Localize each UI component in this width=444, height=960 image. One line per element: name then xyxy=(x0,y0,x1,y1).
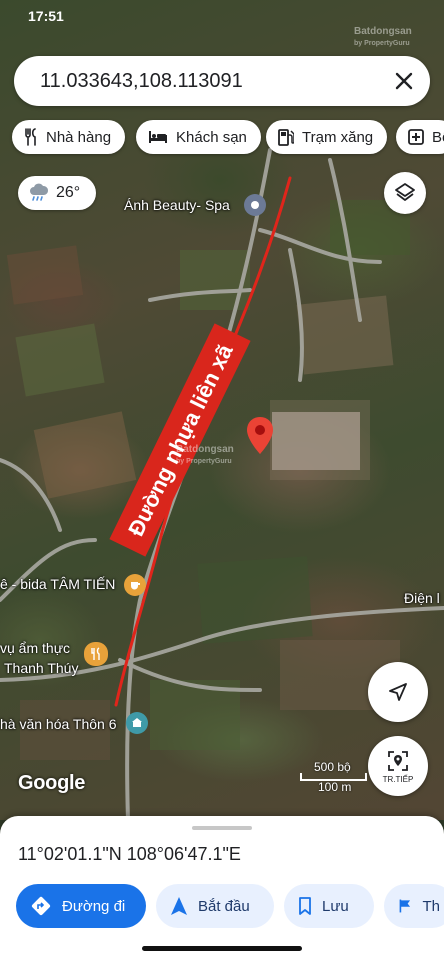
rain-cloud-icon xyxy=(30,183,49,201)
spa-pin-icon[interactable] xyxy=(244,194,266,216)
location-pin-icon[interactable] xyxy=(246,416,274,456)
place-food-line2[interactable]: Thanh Thúy xyxy=(4,660,78,676)
place-power[interactable]: Điện l xyxy=(404,590,440,606)
navigation-arrow-icon xyxy=(389,683,407,701)
next-button[interactable]: TR.TIẾP xyxy=(368,736,428,796)
gas-station-icon xyxy=(278,129,294,146)
search-input[interactable] xyxy=(40,68,380,94)
place-beauty-spa[interactable]: Ánh Beauty- Spa xyxy=(124,197,230,213)
weather-temp: 26° xyxy=(56,184,81,201)
sheet-drag-handle[interactable] xyxy=(192,826,252,830)
chip-gas-stations[interactable]: Trạm xăng xyxy=(266,120,388,154)
landmark-pin-icon[interactable] xyxy=(126,712,148,734)
chip-label: Khách sạn xyxy=(176,128,247,146)
layers-icon xyxy=(395,183,415,201)
weather-chip[interactable]: 26° xyxy=(18,176,96,210)
status-time: 17:51 xyxy=(28,8,64,24)
bed-icon xyxy=(149,131,167,143)
start-button[interactable]: Bắt đầu xyxy=(156,884,274,928)
start-label: Bắt đầu xyxy=(198,897,250,915)
coordinates-text: 11°02'01.1"N 108°06'47.1"E xyxy=(18,844,241,864)
scale-bar xyxy=(300,773,367,781)
save-label: Lưu xyxy=(322,897,349,915)
layers-button[interactable] xyxy=(384,172,426,214)
place-cafe[interactable]: ê - bida TÂM TIẾN xyxy=(0,576,115,592)
restaurant-pin-icon[interactable] xyxy=(84,642,108,666)
chip-pharmacy[interactable]: Bệ xyxy=(396,120,444,154)
flag-icon xyxy=(399,899,411,913)
search-bar[interactable] xyxy=(14,56,430,106)
directions-button[interactable]: Đường đi xyxy=(16,884,146,928)
watermark-center: Batdongsan by PropertyGuru xyxy=(176,444,234,465)
my-location-button[interactable] xyxy=(368,662,428,722)
start-arrow-icon xyxy=(171,897,187,915)
viewfinder-pin-icon xyxy=(388,750,408,771)
chip-label: Bệ xyxy=(432,128,444,146)
bottom-sheet[interactable]: 11°02'01.1"N 108°06'47.1"E Đường đi Bắt … xyxy=(0,816,444,960)
home-indicator[interactable] xyxy=(142,946,302,951)
watermark-top: Batdongsan by PropertyGuru xyxy=(354,26,412,47)
chip-label: Nhà hàng xyxy=(46,128,112,146)
chip-label: Trạm xăng xyxy=(302,128,374,146)
save-button[interactable]: Lưu xyxy=(284,884,374,928)
chip-hotels[interactable]: Khách sạn xyxy=(136,120,261,154)
close-icon[interactable] xyxy=(392,69,416,93)
cafe-pin-icon[interactable] xyxy=(124,574,146,596)
fork-knife-icon xyxy=(25,128,36,146)
directions-label: Đường đi xyxy=(62,897,126,915)
place-food-line1[interactable]: vụ ẩm thực xyxy=(0,640,70,656)
bookmark-icon xyxy=(299,897,311,915)
google-logo: Google xyxy=(18,772,86,794)
place-culture-house[interactable]: hà văn hóa Thôn 6 xyxy=(0,716,117,732)
share-button[interactable]: Th xyxy=(384,884,444,928)
share-label: Th xyxy=(422,897,440,915)
pharmacy-plus-icon xyxy=(408,129,424,145)
directions-icon xyxy=(31,896,51,916)
scale-label-meters: 100 m xyxy=(318,780,352,794)
next-button-label: TR.TIẾP xyxy=(382,774,414,784)
chip-restaurants[interactable]: Nhà hàng xyxy=(12,120,126,154)
